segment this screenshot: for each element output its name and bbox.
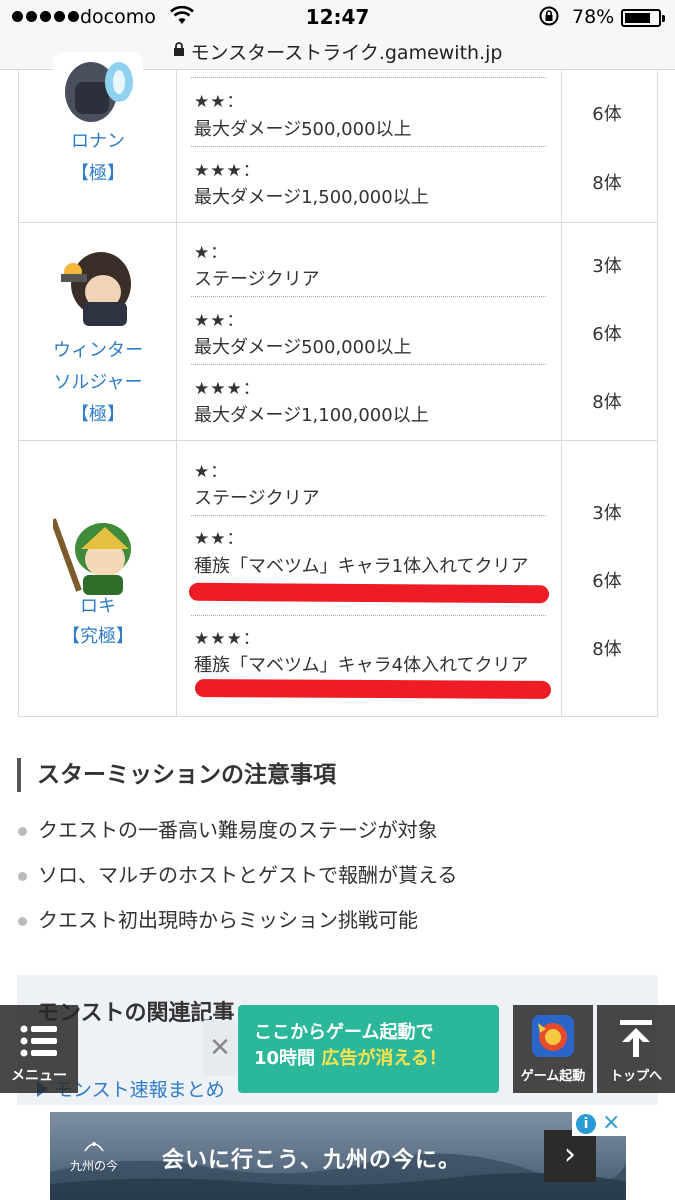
status-bar: docomo 12:47 78% (0, 0, 675, 36)
star-rating: ★： (194, 243, 229, 263)
related-link-label[interactable]: モンスト速報まとめ (54, 1079, 225, 1101)
lock-icon (173, 42, 185, 61)
dotted-divider (191, 77, 546, 78)
reward-count: 8体 (592, 392, 622, 413)
character-name-continued[interactable]: ソルジャー (19, 367, 177, 399)
list-item: クエスト初出現時からミッション挑戦可能 (18, 900, 457, 945)
dotted-divider (191, 296, 546, 297)
star-rating: ★★： (194, 311, 245, 331)
condition-cell: ★： ステージクリア ★★： 種族「マベツム」キャラ1体入れてクリア ★★★： … (177, 441, 562, 716)
mission-condition: ステージクリア (194, 488, 320, 509)
launch-promo-banner[interactable]: ここからゲーム起動で 10時間 広告が消える！ (238, 1005, 499, 1093)
mission-condition: ステージクリア (194, 269, 320, 290)
mission-condition: 最大ダメージ500,000以上 (194, 337, 412, 358)
promo-line-1: ここからゲーム起動で (254, 1022, 434, 1043)
character-cell[interactable]: ウィンター ソルジャー 【極】 (19, 223, 177, 440)
reward-cell: 3体 6体 8体 (562, 223, 659, 440)
mission-condition: 最大ダメージ1,100,000以上 (194, 405, 429, 426)
close-icon: ✕ (209, 1033, 231, 1063)
ad-logo-text: 九州の今 (69, 1159, 118, 1173)
dotted-divider (191, 515, 546, 516)
star-rating: ★★★： (194, 161, 261, 181)
ad-headline: 会いに行こう、九州の今に。 (162, 1148, 462, 1173)
ad-arrow-button[interactable]: › (544, 1130, 596, 1182)
condition-cell: ★： ステージクリア ★★： 最大ダメージ500,000以上 ★★★： 最大ダメ… (177, 223, 562, 440)
back-to-top-button[interactable]: トップへ (597, 1005, 675, 1093)
mission-condition: 種族「マベツム」キャラ1体入れてクリア (194, 556, 529, 577)
reward-count: 8体 (592, 639, 622, 660)
list-item: ソロ、マルチのホストとゲストで報酬が貰える (18, 855, 457, 900)
mission-condition: 最大ダメージ1,500,000以上 (194, 187, 429, 208)
list-item: クエストの一番高い難易度のステージが対象 (18, 810, 457, 855)
back-to-top-label: トップへ (609, 1069, 662, 1084)
reward-cell: 6体 8体 (562, 70, 659, 222)
character-name[interactable]: ウィンター (19, 335, 177, 367)
star-rating: ★★： (194, 92, 245, 112)
close-promo-button[interactable]: ✕ (202, 1020, 238, 1076)
chevron-right-icon: › (564, 1137, 576, 1172)
dotted-divider (191, 615, 546, 616)
promo-duration: 10時間 (254, 1048, 322, 1069)
game-launch-icon (532, 1015, 574, 1057)
notes-list: クエストの一番高い難易度のステージが対象 ソロ、マルチのホストとゲストで報酬が貰… (18, 810, 457, 945)
character-cell[interactable]: ロキ 【究極】 (19, 441, 177, 716)
star-rating: ★★★： (194, 629, 261, 649)
promo-line-2: 10時間 広告が消える！ (254, 1046, 499, 1072)
section-heading: スターミッションの注意事項 (17, 758, 336, 792)
star-rating: ★★： (194, 529, 245, 549)
table-row: ロキ 【究極】 ★： ステージクリア ★★： 種族「マベツム」キャラ1体入れてク… (19, 441, 657, 717)
reward-count: 6体 (592, 104, 622, 125)
ad-banner[interactable]: 九州の今 会いに行こう、九州の今に。 › i × (50, 1112, 626, 1200)
table-row: ロナン 【極】 ★★： 最大ダメージ500,000以上 ★★★： 最大ダメージ1… (19, 52, 659, 223)
red-highlight-stroke (194, 679, 552, 699)
star-rating: ★： (194, 462, 229, 482)
mission-condition: 最大ダメージ500,000以上 (194, 119, 412, 140)
character-difficulty[interactable]: 【極】 (19, 399, 177, 431)
red-highlight-stroke (188, 582, 550, 604)
condition-cell: ★★： 最大ダメージ500,000以上 ★★★： 最大ダメージ1,500,000… (177, 70, 562, 222)
menu-label: メニュー (11, 1068, 67, 1084)
table-row: ウィンター ソルジャー 【極】 ★： ステージクリア ★★： 最大ダメージ500… (19, 223, 657, 441)
star-rating: ★★★： (194, 379, 261, 399)
reward-count: 8体 (592, 173, 622, 194)
reward-count: 6体 (592, 324, 622, 345)
character-difficulty[interactable]: 【究極】 (19, 621, 177, 653)
ad-choices[interactable]: i × (572, 1112, 626, 1136)
character-name[interactable]: ロキ (19, 591, 177, 623)
game-launch-label: ゲーム起動 (520, 1069, 586, 1084)
reward-cell: 3体 6体 8体 (562, 441, 659, 716)
reward-count: 3体 (592, 503, 622, 524)
dotted-divider (191, 364, 546, 365)
character-name[interactable]: ロナン (19, 126, 177, 158)
url-text: モンスターストライク.gamewith.jp (190, 42, 503, 64)
ad-logo: 九州の今 (64, 1137, 124, 1187)
avatar-loki[interactable] (53, 509, 143, 599)
ad-info-icon[interactable]: i (576, 1114, 596, 1134)
character-difficulty[interactable]: 【極】 (19, 158, 177, 190)
dotted-divider (191, 146, 546, 147)
character-cell[interactable]: ロナン 【極】 (19, 52, 177, 222)
reward-count: 6体 (592, 571, 622, 592)
ad-close-icon[interactable]: × (602, 1112, 620, 1135)
reward-count: 3体 (592, 256, 622, 277)
menu-button[interactable]: メニュー (0, 1005, 78, 1093)
game-launch-button[interactable]: ゲーム起動 (513, 1005, 593, 1093)
star-mission-table: ロナン 【極】 ★★： 最大ダメージ500,000以上 ★★★： 最大ダメージ1… (18, 52, 659, 717)
rotation-lock-icon (538, 5, 560, 32)
menu-icon (20, 1025, 57, 1057)
promo-highlight: 広告が消える！ (321, 1048, 447, 1069)
arrow-up-icon (620, 1020, 652, 1057)
battery-icon (621, 9, 665, 27)
mission-condition: 種族「マベツム」キャラ4体入れてクリア (194, 655, 529, 676)
avatar-winter-soldier[interactable] (53, 242, 143, 332)
battery-percent: 78% (572, 6, 615, 28)
